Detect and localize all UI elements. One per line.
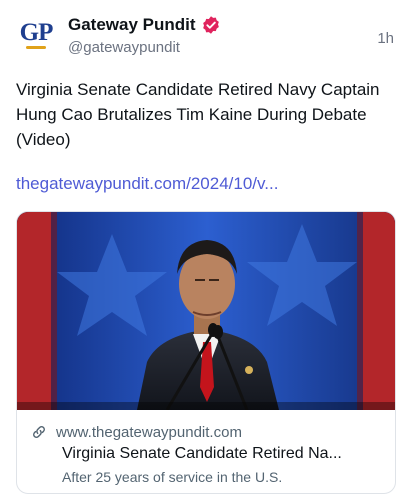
avatar-logo-swoosh <box>26 45 46 49</box>
thumbnail-image <box>17 212 395 410</box>
link-card[interactable]: www.thegatewaypundit.com Virginia Senate… <box>16 211 396 494</box>
display-name[interactable]: Gateway Pundit <box>68 15 196 35</box>
link-card-description: After 25 years of service in the U.S. <box>62 469 283 485</box>
link-icon <box>33 426 45 438</box>
post: GP Gateway Pundit @gatewaypundit 1h Virg… <box>0 0 412 500</box>
post-text: Virginia Senate Candidate Retired Navy C… <box>16 80 380 149</box>
post-link[interactable]: thegatewaypundit.com/2024/10/v... <box>16 174 278 194</box>
link-card-thumbnail <box>17 212 395 410</box>
name-row: Gateway Pundit <box>68 14 221 36</box>
author-block: Gateway Pundit @gatewaypundit <box>68 14 221 56</box>
verified-badge-icon <box>202 16 219 34</box>
link-card-title[interactable]: Virginia Senate Candidate Retired Na... <box>31 445 381 463</box>
link-card-domain: www.thegatewaypundit.com <box>56 423 242 441</box>
link-card-meta: www.thegatewaypundit.com Virginia Senate… <box>17 410 395 485</box>
link-card-domain-row: www.thegatewaypundit.com <box>31 422 381 442</box>
handle[interactable]: @gatewaypundit <box>68 39 221 56</box>
avatar[interactable]: GP <box>16 14 56 54</box>
avatar-logo-text: GP <box>19 18 54 46</box>
timestamp[interactable]: 1h <box>377 30 394 47</box>
